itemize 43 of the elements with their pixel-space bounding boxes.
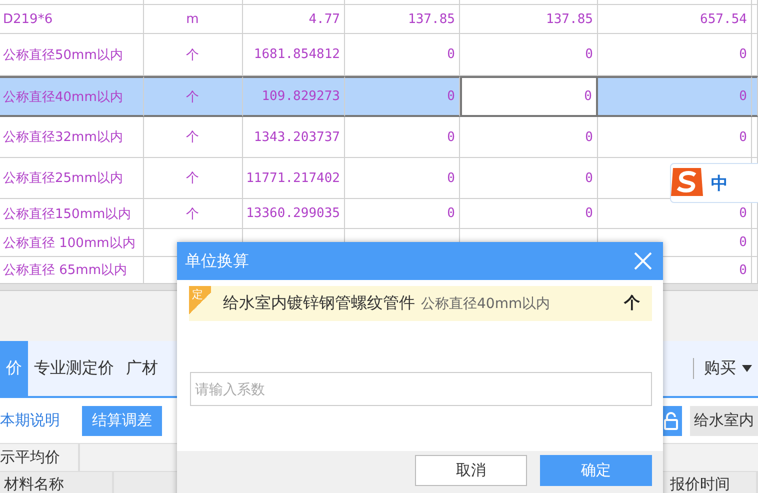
table-cell: 个 <box>144 199 243 229</box>
table-cell: 0 <box>345 117 460 158</box>
ime-toolbar[interactable]: 中 <box>670 163 758 203</box>
tab[interactable]: 广材 <box>120 341 164 396</box>
table-cell: 0 <box>345 199 460 229</box>
table-cell: 公称直径150mm以内 <box>0 199 144 229</box>
table-cell: 0 <box>598 117 752 158</box>
tab[interactable]: 专业测定价 <box>28 341 120 396</box>
table-cell: m <box>144 5 243 34</box>
column-header: 报价时间 <box>666 472 758 493</box>
table-cell: 0 <box>345 158 460 199</box>
table-cell: 1343.203737 <box>243 117 345 158</box>
table-cell: 0 <box>460 76 598 117</box>
ime-mode-label: 中 <box>711 172 728 194</box>
table-cell: 657.54 <box>598 5 752 34</box>
material-name: 给水室内镀锌钢管螺纹管件 <box>223 293 415 314</box>
search-tag[interactable]: 给水室内 <box>690 406 758 436</box>
buy-menu[interactable]: 购买 <box>693 358 758 379</box>
table-cell: 0 <box>460 199 598 229</box>
table-cell: 个 <box>144 76 243 117</box>
table-cell: 个 <box>144 117 243 158</box>
table-cell: 0 <box>460 158 598 199</box>
table-cell: 公称直径32mm以内 <box>0 117 144 158</box>
table-cell: 公称直径25mm以内 <box>0 158 144 199</box>
coefficient-field[interactable]: 请输入系数 <box>190 372 652 406</box>
table-cell: 公称直径40mm以内 <box>0 76 144 117</box>
table-cell: 137.85 <box>460 5 598 34</box>
dialog-title: 单位换算 <box>185 250 249 272</box>
cancel-button[interactable]: 取消 <box>415 455 527 486</box>
table-cell: 137.85 <box>345 5 460 34</box>
table-cell: 109.829273 <box>243 76 345 117</box>
table-cell: 11771.217402 <box>243 158 345 199</box>
table-cell: 公称直径 100mm以内 <box>0 229 144 257</box>
material-spec: 公称直径40mm以内 <box>421 294 552 312</box>
table-cell: 4.77 <box>243 5 345 34</box>
table-cell: 0 <box>345 76 460 117</box>
material-unit: 个 <box>624 293 640 314</box>
table-cell: 13360.299035 <box>243 199 345 229</box>
table-cell: 0 <box>598 76 752 117</box>
table-cell: D219*6 <box>0 5 144 34</box>
table-cell: 0 <box>460 117 598 158</box>
column-header: 材料名称 <box>0 472 114 493</box>
table-cell: 个 <box>144 158 243 199</box>
